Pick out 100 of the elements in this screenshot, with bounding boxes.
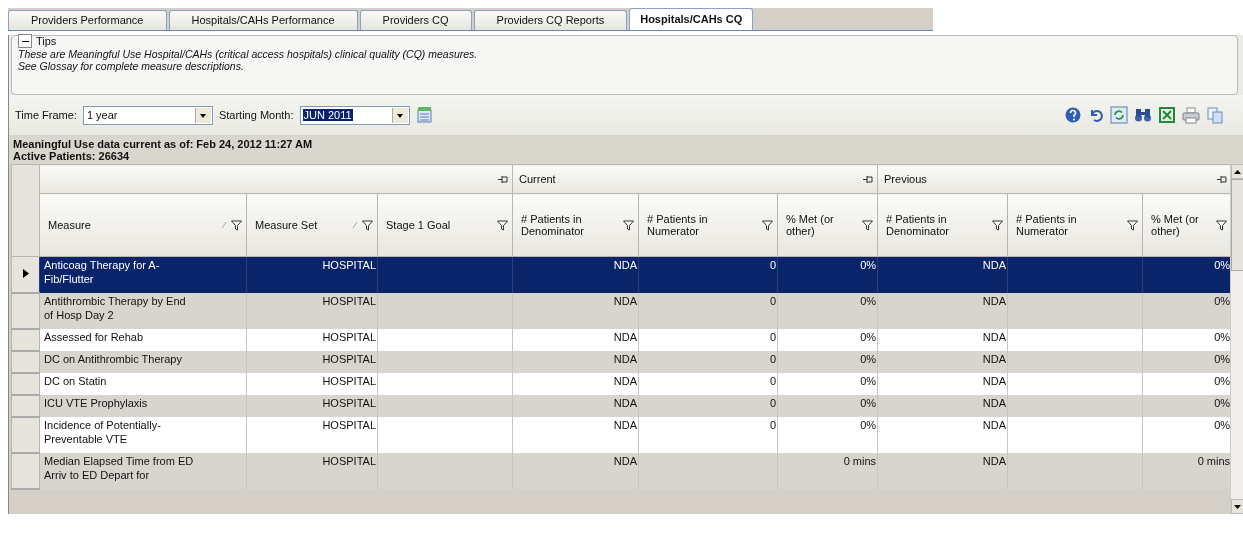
table-cell: 0% bbox=[860, 330, 877, 343]
refresh-icon[interactable] bbox=[1110, 106, 1128, 124]
table-cell: Incidence of Potentially-Preventable VTE bbox=[44, 418, 161, 445]
table-cell: HOSPITAL bbox=[322, 352, 376, 365]
table-cell: NDA bbox=[613, 374, 637, 387]
table-cell: 0 bbox=[769, 330, 776, 343]
printer-icon[interactable] bbox=[1182, 106, 1200, 124]
column-header[interactable]: % Met (or other) bbox=[777, 193, 878, 257]
filter-icon[interactable] bbox=[623, 219, 634, 231]
filter-icon[interactable] bbox=[497, 219, 508, 231]
data-current-text: Meaningful Use data current as of: Feb 24, 2012 11:27 AM bbox=[13, 138, 314, 150]
column-header[interactable]: # Patients in Denominator bbox=[877, 193, 1008, 257]
table-cell: 0 mins bbox=[1197, 454, 1231, 467]
table-cell: Assessed for Rehab bbox=[44, 330, 144, 343]
collapse-button[interactable] bbox=[18, 34, 32, 48]
table-cell: NDA bbox=[982, 259, 1007, 271]
filter-icon[interactable] bbox=[992, 219, 1004, 231]
tab[interactable]: Hospitals/CAHs CQ bbox=[629, 8, 754, 30]
column-group-header: Previous bbox=[877, 164, 1231, 194]
table-cell: 0% bbox=[860, 374, 877, 387]
spreadsheet-icon[interactable] bbox=[1158, 106, 1176, 124]
filter-icon[interactable] bbox=[362, 219, 373, 231]
table-cell: NDA bbox=[613, 418, 637, 431]
table-cell: HOSPITAL bbox=[322, 330, 376, 343]
column-header[interactable]: Measure bbox=[39, 193, 247, 257]
column-header[interactable]: Measure Set bbox=[246, 193, 378, 257]
table-cell: 0 bbox=[769, 418, 776, 431]
table-cell: 0% bbox=[860, 352, 877, 365]
table-cell: 0% bbox=[860, 259, 877, 271]
active-patients-text: Active Patients: 26634 bbox=[13, 150, 131, 162]
table-cell: NDA bbox=[613, 259, 637, 271]
table-cell: 0% bbox=[1214, 352, 1231, 365]
table-cell: NDA bbox=[613, 294, 637, 307]
table-cell: NDA bbox=[982, 454, 1007, 467]
current-row-icon bbox=[22, 269, 29, 279]
table-cell: NDA bbox=[613, 396, 637, 409]
tab[interactable]: Providers CQ bbox=[359, 10, 472, 30]
help-icon[interactable] bbox=[1064, 106, 1082, 124]
starting-month-dropdown[interactable]: JUN 2011 bbox=[299, 105, 410, 125]
tab[interactable]: Hospitals/CAHs Performance bbox=[168, 10, 358, 30]
column-group-header: Current bbox=[512, 164, 878, 194]
table-cell: DC on Antithrombic Therapy bbox=[44, 352, 182, 365]
table-cell: Median Elapsed Time from ED Arriv to ED Depart for bbox=[44, 454, 194, 481]
vertical-scrollbar[interactable] bbox=[1230, 164, 1243, 514]
table-cell: 0% bbox=[1214, 418, 1231, 431]
tips-text: These are Meaningful Use Hospital/CAHs (critical access hospitals) clinical quality (CQ) measures. bbox=[18, 48, 479, 60]
table-cell: 0% bbox=[1214, 330, 1231, 343]
pin-icon[interactable] bbox=[1217, 174, 1228, 184]
tab[interactable]: Providers Performance bbox=[8, 10, 167, 30]
table-cell: 0% bbox=[860, 418, 877, 431]
table-cell: 0 bbox=[769, 396, 776, 409]
table-cell: Anticoag Therapy for A-Fib/Flutter bbox=[44, 259, 160, 285]
column-header[interactable]: # Patients in Denominator bbox=[512, 193, 639, 257]
table-cell: 0% bbox=[860, 294, 877, 307]
table-cell: 0% bbox=[860, 396, 877, 409]
table-cell: HOSPITAL bbox=[322, 294, 376, 307]
row-selector[interactable] bbox=[11, 256, 40, 293]
undo-icon[interactable] bbox=[1088, 107, 1104, 123]
table-cell: NDA bbox=[613, 454, 637, 467]
table-cell: NDA bbox=[982, 352, 1007, 365]
filter-icon[interactable] bbox=[231, 219, 242, 231]
table-cell: NDA bbox=[613, 330, 637, 343]
table-cell: 0% bbox=[1214, 259, 1231, 271]
table-cell: 0 bbox=[769, 294, 776, 307]
table-cell: 0% bbox=[1214, 374, 1231, 387]
binoculars-icon[interactable] bbox=[1134, 106, 1152, 124]
column-header[interactable]: Stage 1 Goal bbox=[377, 193, 513, 257]
table-cell: 0 bbox=[769, 352, 776, 365]
filter-icon[interactable] bbox=[1216, 219, 1228, 231]
table-cell: Antithrombic Therapy by End of Hosp Day 2 bbox=[44, 294, 186, 321]
table-cell: 0% bbox=[1214, 294, 1231, 307]
table-cell: HOSPITAL bbox=[322, 454, 376, 467]
filter-icon[interactable] bbox=[1127, 219, 1139, 231]
tab[interactable]: Providers CQ Reports bbox=[473, 10, 628, 30]
table-cell: NDA bbox=[982, 294, 1007, 307]
scrollbar-thumb[interactable] bbox=[1231, 179, 1243, 271]
table-cell: DC on Statin bbox=[44, 374, 107, 387]
column-header[interactable]: # Patients in Numerator bbox=[1007, 193, 1143, 257]
time-frame-dropdown[interactable]: 1 year bbox=[82, 105, 213, 125]
table-cell: HOSPITAL bbox=[322, 259, 376, 271]
table-cell: HOSPITAL bbox=[322, 418, 376, 431]
filter-icon[interactable] bbox=[862, 219, 874, 231]
table-cell: 0 bbox=[769, 374, 776, 387]
table-cell: NDA bbox=[982, 374, 1007, 387]
table-cell: NDA bbox=[982, 418, 1007, 431]
column-header[interactable]: % Met (or other) bbox=[1142, 193, 1231, 257]
table-cell: NDA bbox=[982, 396, 1007, 409]
column-header[interactable]: # Patients in Numerator bbox=[638, 193, 778, 257]
table-cell: ICU VTE Prophylaxis bbox=[44, 396, 148, 409]
table-cell: NDA bbox=[613, 352, 637, 365]
scroll-up-icon[interactable] bbox=[1234, 169, 1241, 174]
pin-icon[interactable] bbox=[498, 174, 508, 184]
filter-icon[interactable] bbox=[762, 219, 773, 231]
scroll-down-icon[interactable] bbox=[1234, 504, 1241, 509]
table-cell: NDA bbox=[982, 330, 1007, 343]
table-cell: 0 mins bbox=[843, 454, 877, 467]
table-cell: HOSPITAL bbox=[322, 396, 376, 409]
pin-icon[interactable] bbox=[863, 174, 874, 184]
starting-month-label: Starting Month: bbox=[218, 109, 294, 121]
time-frame-label: Time Frame: bbox=[15, 109, 77, 121]
